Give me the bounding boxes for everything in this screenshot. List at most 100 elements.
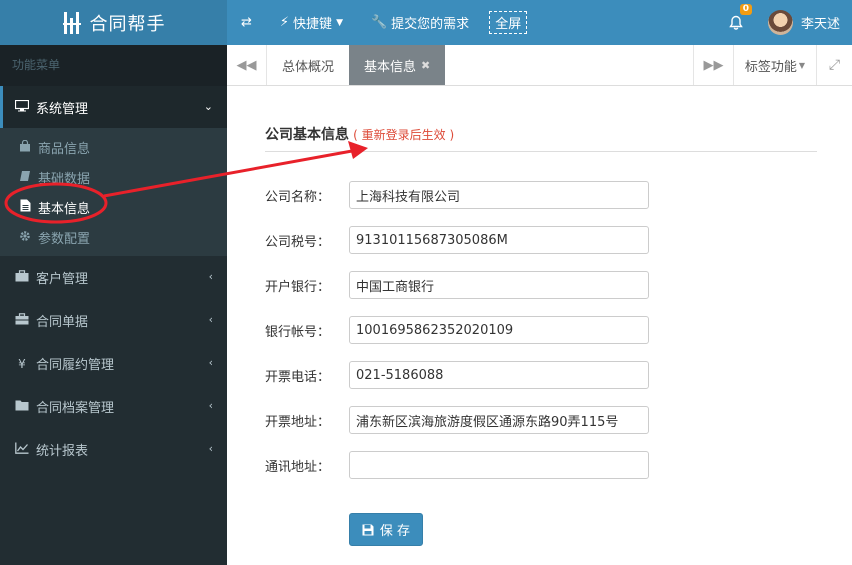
briefcase-icon (14, 270, 30, 285)
exchange-icon: ⇄ (241, 15, 252, 30)
bank-account-label: 银行帐号： (265, 324, 331, 340)
chevron-left-icon: ‹ (208, 442, 213, 455)
suitcase-icon (14, 313, 30, 328)
form-row-bank: 开户银行： (265, 271, 665, 299)
bank-label: 开户银行： (265, 279, 331, 295)
sidebar-header: 功能菜单 (0, 45, 227, 86)
avatar (767, 10, 793, 35)
invoice-phone-input[interactable] (349, 361, 649, 389)
sidebar-subitem-label: 基础数据 (38, 171, 91, 187)
tax-id-label: 公司税号： (265, 234, 331, 250)
user-name: 李天述 (800, 17, 840, 32)
backward-icon: ◀◀ (236, 57, 257, 73)
bank-input[interactable] (349, 271, 649, 299)
tab-functions-label: 标签功能 (744, 59, 797, 75)
sidebar-subitem-product-info[interactable]: 商品信息 (0, 132, 227, 162)
tab-label: 总体概况 (282, 59, 335, 75)
book-icon (18, 170, 32, 185)
shortcut-menu-button[interactable]: ⚡ 快捷键 ▼ (266, 0, 357, 45)
tab-scroll-right-button[interactable]: ▶▶ (693, 45, 733, 85)
yen-icon: ¥ (18, 356, 26, 371)
sidebar-item-statistics[interactable]: 统计报表 ‹ (0, 428, 227, 471)
submit-request-label: 提交您的需求 (391, 17, 470, 32)
form-row-invoice-address: 开票地址： (265, 406, 665, 434)
line-chart-icon (14, 442, 30, 457)
tab-bar: ◀◀ 总体概况 基本信息 ✖ ▶▶ 标签功能 ▼ ⤢ (227, 45, 852, 86)
sidebar-item-customer-management[interactable]: 客户管理 ‹ (0, 256, 227, 299)
tab-list: 总体概况 基本信息 ✖ (267, 45, 446, 85)
expand-icon: ⤢ (828, 57, 841, 73)
app-title: 合同帮手 (89, 13, 166, 35)
sidebar-item-contract-fulfillment[interactable]: ¥ 合同履约管理 ‹ (0, 342, 227, 385)
folder-icon (14, 399, 30, 414)
bank-account-input[interactable] (349, 316, 649, 344)
sidebar-subitem-label: 参数配置 (38, 231, 91, 247)
tab-overview[interactable]: 总体概况 (267, 45, 349, 85)
sidebar-subitem-param-config[interactable]: 参数配置 (0, 222, 227, 252)
sidebar-subitem-base-data[interactable]: 基础数据 (0, 162, 227, 192)
submit-request-button[interactable]: 🔧 提交您的需求 (357, 0, 483, 45)
sidebar-item-label: 合同履约管理 (36, 358, 115, 373)
save-button-label: 保 存 (379, 524, 411, 539)
bell-icon (729, 15, 743, 30)
sidebar-subitem-label: 商品信息 (38, 141, 91, 157)
floppy-disk-icon (362, 524, 374, 535)
gear-icon (18, 230, 32, 245)
section-title: 公司基本信息 ( 重新登录后生效 ) (265, 124, 817, 152)
invoice-address-input[interactable] (349, 406, 649, 434)
tab-scroll-left-button[interactable]: ◀◀ (227, 45, 267, 85)
tab-fullscreen-button[interactable]: ⤢ (816, 45, 852, 85)
section-title-note: ( 重新登录后生效 ) (353, 128, 455, 142)
tax-id-input[interactable] (349, 226, 649, 254)
notification-badge: 0 (739, 4, 752, 15)
sidebar-item-label: 合同档案管理 (36, 401, 115, 416)
caret-down-icon: ▼ (336, 17, 343, 28)
bolt-icon: ⚡ (279, 15, 290, 30)
tab-functions-dropdown[interactable]: 标签功能 ▼ (733, 45, 816, 85)
chevron-left-icon: ‹ (208, 356, 213, 369)
main-content: 公司基本信息 ( 重新登录后生效 ) 公司名称： 公司税号： 开户银行： 银行帐… (227, 86, 852, 554)
sidebar-toggle-button[interactable]: ⇄ (227, 0, 266, 45)
sidebar-item-label: 统计报表 (36, 444, 89, 459)
fullscreen-button[interactable]: 全屏 (489, 11, 528, 34)
form-row-invoice-phone: 开票电话： (265, 361, 665, 389)
user-menu[interactable]: 李天述 (754, 0, 852, 45)
logo-mark-icon (62, 10, 84, 36)
sidebar-item-system-management[interactable]: 系统管理 ⌄ (0, 86, 227, 128)
chevron-left-icon: ‹ (208, 399, 213, 412)
shopping-bag-icon (18, 139, 32, 155)
system-submenu: 商品信息 基础数据 基本信息 参数配置 (0, 128, 227, 256)
app-logo[interactable]: 合同帮手 (0, 0, 227, 45)
sidebar-subitem-basic-info[interactable]: 基本信息 (0, 192, 227, 222)
section-title-text: 公司基本信息 (265, 127, 349, 143)
sidebar-item-label: 合同单据 (36, 315, 89, 330)
shortcut-label: 快捷键 (293, 17, 333, 32)
form-row-tax-id: 公司税号： (265, 226, 665, 254)
sidebar-subitem-label: 基本信息 (38, 201, 91, 217)
sidebar-item-contract-documents[interactable]: 合同单据 ‹ (0, 299, 227, 342)
sidebar: 功能菜单 系统管理 ⌄ 商品信息 基础数据 基本信息 参数配置 客户管理 ‹ 合… (0, 45, 227, 565)
form-row-bank-account: 银行帐号： (265, 316, 665, 344)
form-row-mailing-address: 通讯地址： (265, 451, 665, 479)
sidebar-item-label: 系统管理 (36, 101, 89, 117)
company-name-input[interactable] (349, 181, 649, 209)
mailing-address-input[interactable] (349, 451, 649, 479)
save-button[interactable]: 保 存 (349, 513, 423, 546)
caret-down-icon: ▼ (798, 60, 806, 70)
file-icon (18, 199, 32, 215)
chevron-left-icon: ‹ (208, 270, 213, 283)
notifications-button[interactable]: 0 (718, 0, 754, 45)
desktop-icon (14, 99, 30, 115)
chevron-down-icon: ⌄ (203, 100, 213, 113)
company-name-label: 公司名称： (265, 189, 331, 205)
sidebar-item-contract-archive[interactable]: 合同档案管理 ‹ (0, 385, 227, 428)
sidebar-item-label: 客户管理 (36, 272, 89, 287)
tab-basic-info[interactable]: 基本信息 ✖ (349, 45, 446, 85)
close-icon[interactable]: ✖ (421, 59, 430, 72)
tab-label: 基本信息 (364, 59, 417, 75)
wrench-icon: 🔧 (370, 15, 388, 30)
invoice-address-label: 开票地址： (265, 414, 331, 430)
invoice-phone-label: 开票电话： (265, 369, 331, 385)
top-navbar: 合同帮手 ⇄ ⚡ 快捷键 ▼ 🔧 提交您的需求 全屏 0 李天述 (0, 0, 852, 45)
sidebar-lower: 客户管理 ‹ 合同单据 ‹ ¥ 合同履约管理 ‹ 合同档案管理 ‹ 统计报表 ‹ (0, 256, 227, 565)
